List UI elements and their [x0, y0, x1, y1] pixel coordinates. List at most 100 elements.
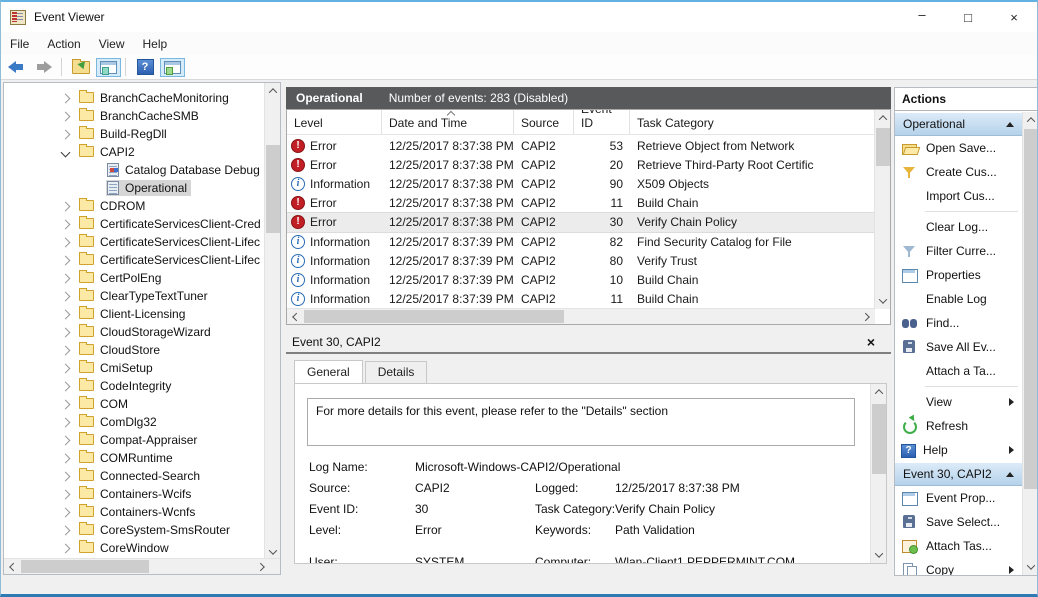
chevron-right-icon[interactable] — [61, 291, 71, 301]
tree-vertical-scrollbar[interactable] — [264, 83, 280, 560]
event-row[interactable]: iInformation12/25/2017 8:37:39 PMCAPI282… — [287, 232, 874, 251]
action-clear-log[interactable]: Clear Log... — [895, 215, 1022, 239]
scroll-left-icon[interactable] — [287, 309, 303, 325]
tree-item-certificateservicesclient-lifec1[interactable]: CertificateServicesClient-Lifec — [4, 233, 264, 251]
tree-item-corewindow[interactable]: CoreWindow — [4, 539, 264, 557]
menu-view[interactable]: View — [90, 34, 134, 54]
chevron-right-icon[interactable] — [61, 381, 71, 391]
close-button[interactable]: × — [991, 2, 1037, 32]
scroll-up-icon[interactable] — [265, 83, 281, 99]
chevron-right-icon[interactable] — [61, 363, 71, 373]
show-action-pane-button[interactable] — [160, 58, 185, 77]
event-row[interactable]: !Error12/25/2017 8:37:38 PMCAPI220Retrie… — [287, 155, 874, 174]
scroll-down-icon[interactable] — [875, 293, 891, 309]
actions-vertical-scrollbar[interactable] — [1022, 112, 1037, 575]
menu-action[interactable]: Action — [38, 34, 89, 54]
detail-close-icon[interactable]: × — [867, 334, 875, 350]
scroll-up-icon[interactable] — [871, 384, 887, 400]
event-row[interactable]: iInformation12/25/2017 8:37:38 PMCAPI290… — [287, 174, 874, 193]
events-vertical-scrollbar[interactable] — [874, 110, 890, 309]
action-view[interactable]: View — [895, 390, 1022, 414]
tree-item-com[interactable]: COM — [4, 395, 264, 413]
action-open-saved-log[interactable]: Open Save... — [895, 136, 1022, 160]
tree-item-comdlg32[interactable]: ComDlg32 — [4, 413, 264, 431]
chevron-right-icon[interactable] — [61, 471, 71, 481]
column-header-task-category[interactable]: Task Category — [630, 110, 874, 134]
action-refresh[interactable]: Refresh — [895, 414, 1022, 438]
menu-file[interactable]: File — [1, 34, 38, 54]
tree-item-cleartypetexttuner[interactable]: ClearTypeTextTuner — [4, 287, 264, 305]
actions-section-operational[interactable]: Operational — [895, 113, 1022, 136]
column-header-event-id[interactable]: Event ID — [574, 110, 630, 134]
event-row[interactable]: iInformation12/25/2017 8:37:39 PMCAPI280… — [287, 251, 874, 270]
tree-item-cloudstore[interactable]: CloudStore — [4, 341, 264, 359]
events-hscroll-thumb[interactable] — [304, 310, 564, 323]
scroll-left-icon[interactable] — [4, 559, 20, 575]
tree-item-branchcachesmb[interactable]: BranchCacheSMB — [4, 107, 264, 125]
chevron-right-icon[interactable] — [61, 273, 71, 283]
chevron-right-icon[interactable] — [61, 399, 71, 409]
tree-item-connected-search[interactable]: Connected-Search — [4, 467, 264, 485]
tree-item-coresystem-smsrouter[interactable]: CoreSystem-SmsRouter — [4, 521, 264, 539]
tree-item-certpoleng[interactable]: CertPolEng — [4, 269, 264, 287]
event-row-selected[interactable]: !Error12/25/2017 8:37:38 PMCAPI230Verify… — [287, 213, 874, 232]
scroll-up-icon[interactable] — [875, 110, 891, 126]
action-attach-task-to-log[interactable]: Attach a Ta... — [895, 359, 1022, 383]
action-help[interactable]: ?Help — [895, 438, 1022, 462]
tab-general[interactable]: General — [294, 360, 363, 383]
tree-item-client-licensing[interactable]: Client-Licensing — [4, 305, 264, 323]
chevron-right-icon[interactable] — [61, 507, 71, 517]
actions-vscroll-thumb[interactable] — [1024, 129, 1037, 489]
event-row[interactable]: iInformation12/25/2017 8:37:39 PMCAPI211… — [287, 290, 874, 309]
action-find[interactable]: Find... — [895, 311, 1022, 335]
tree-item-cloudstoragewizard[interactable]: CloudStorageWizard — [4, 323, 264, 341]
minimize-button[interactable]: – — [899, 2, 945, 32]
action-properties[interactable]: Properties — [895, 263, 1022, 287]
detail-vscroll-thumb[interactable] — [872, 404, 886, 474]
action-copy[interactable]: Copy — [895, 558, 1022, 575]
event-row[interactable]: iInformation12/25/2017 8:37:39 PMCAPI210… — [287, 270, 874, 289]
action-create-custom-view[interactable]: Create Cus... — [895, 160, 1022, 184]
export-button[interactable] — [68, 56, 94, 78]
tab-details[interactable]: Details — [365, 361, 428, 383]
chevron-right-icon[interactable] — [61, 327, 71, 337]
chevron-right-icon[interactable] — [61, 489, 71, 499]
scroll-right-icon[interactable] — [254, 559, 270, 575]
chevron-right-icon[interactable] — [61, 435, 71, 445]
events-horizontal-scrollbar[interactable] — [287, 308, 875, 324]
chevron-right-icon[interactable] — [61, 543, 71, 553]
actions-section-event[interactable]: Event 30, CAPI2 — [895, 463, 1022, 486]
tree-item-capi2[interactable]: CAPI2 — [4, 143, 264, 161]
tree-item-comruntime[interactable]: COMRuntime — [4, 449, 264, 467]
events-vscroll-thumb[interactable] — [876, 128, 890, 166]
chevron-right-icon[interactable] — [61, 417, 71, 427]
tree-vscroll-thumb[interactable] — [266, 145, 280, 233]
chevron-right-icon[interactable] — [61, 237, 71, 247]
tree-hscroll-thumb[interactable] — [21, 560, 149, 573]
scroll-up-icon[interactable] — [1023, 112, 1038, 128]
column-header-source[interactable]: Source — [514, 110, 574, 134]
maximize-button[interactable]: □ — [945, 2, 991, 32]
tree-item-cmisetup[interactable]: CmiSetup — [4, 359, 264, 377]
event-row[interactable]: !Error12/25/2017 8:37:38 PMCAPI211Build … — [287, 194, 874, 213]
tree-item-containers-wcnfs[interactable]: Containers-Wcnfs — [4, 503, 264, 521]
menu-help[interactable]: Help — [134, 34, 177, 54]
chevron-right-icon[interactable] — [61, 525, 71, 535]
action-filter-current-log[interactable]: Filter Curre... — [895, 239, 1022, 263]
tree-item-codeintegrity[interactable]: CodeIntegrity — [4, 377, 264, 395]
chevron-right-icon[interactable] — [61, 93, 71, 103]
chevron-right-icon[interactable] — [61, 111, 71, 121]
action-enable-log[interactable]: Enable Log — [895, 287, 1022, 311]
event-row[interactable]: !Error12/25/2017 8:37:38 PMCAPI253Retrie… — [287, 136, 874, 155]
chevron-right-icon[interactable] — [61, 255, 71, 265]
back-button[interactable] — [3, 56, 29, 78]
scroll-down-icon[interactable] — [871, 547, 887, 563]
show-console-tree-button[interactable] — [96, 58, 121, 77]
forward-button[interactable] — [31, 56, 57, 78]
chevron-right-icon[interactable] — [61, 219, 71, 229]
tree-item-cdrom[interactable]: CDROM — [4, 197, 264, 215]
tree-item-certificateservicesclient-cred[interactable]: CertificateServicesClient-Cred — [4, 215, 264, 233]
action-save-all-events[interactable]: Save All Ev... — [895, 335, 1022, 359]
chevron-down-icon[interactable] — [61, 147, 71, 157]
tree-item-catalog-database-debug[interactable]: Catalog Database Debug — [4, 161, 264, 179]
